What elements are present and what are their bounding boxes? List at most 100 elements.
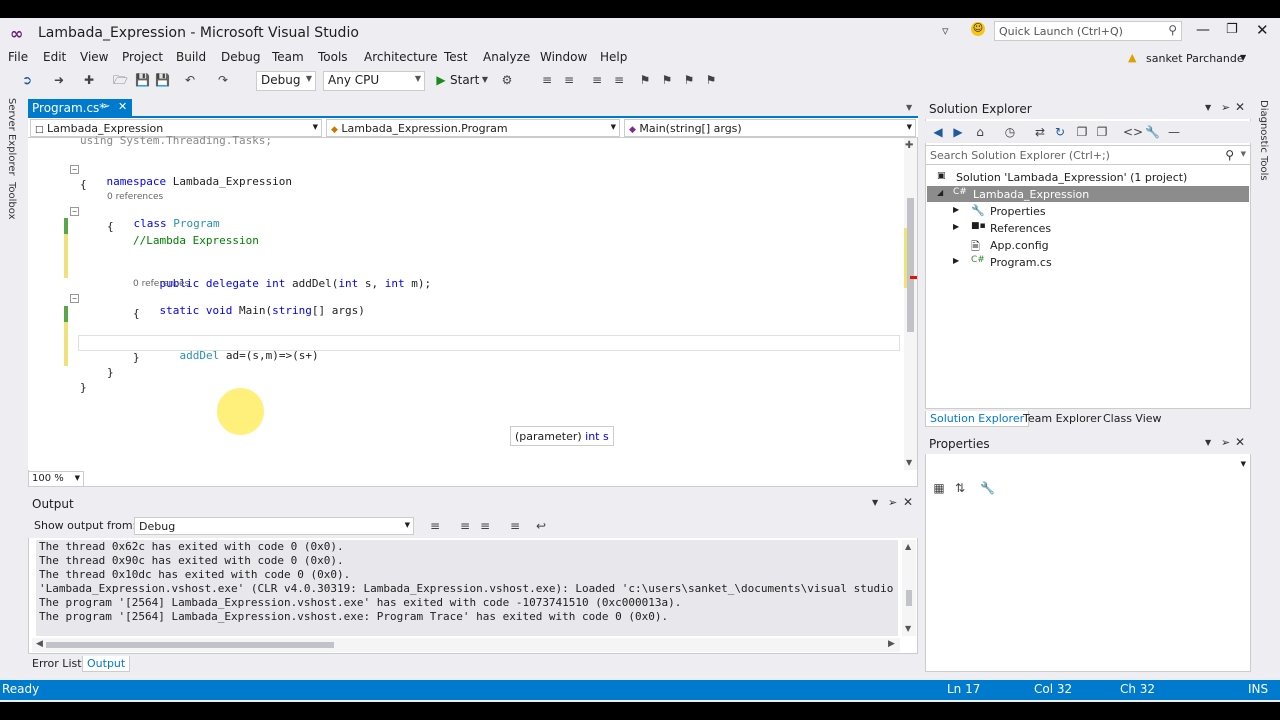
prev-bookmark-icon[interactable]: ⚑ <box>660 73 674 87</box>
indent-icon[interactable]: ≡ <box>540 73 554 87</box>
redo-icon[interactable]: ↷ <box>216 73 230 87</box>
save-icon[interactable]: 💾 <box>135 73 150 87</box>
sync-icon[interactable]: ⇄ <box>1033 125 1047 139</box>
fold-class-icon[interactable]: − <box>70 207 79 216</box>
refresh-icon[interactable]: ↻ <box>1053 125 1067 139</box>
pin-icon[interactable]: ➢ <box>888 496 897 509</box>
tab-team-explorer[interactable]: Team Explorer <box>1019 411 1105 426</box>
expand-icon[interactable]: ▶ <box>953 222 959 231</box>
split-icon[interactable]: ✚ <box>905 140 913 151</box>
tree-properties[interactable]: Properties <box>990 205 1046 218</box>
output-horizontal-scrollbar[interactable]: ◀ ▶ <box>32 638 900 652</box>
chevron-down-icon[interactable]: ▼ <box>1205 103 1211 112</box>
tab-output[interactable]: Output <box>82 656 131 672</box>
tab-overflow-icon[interactable]: ▼ <box>906 103 912 112</box>
expand-icon[interactable]: ▶ <box>953 205 959 214</box>
pin-icon[interactable]: ➢ <box>1221 101 1230 114</box>
menu-help[interactable]: Help <box>600 50 627 64</box>
pending-changes-icon[interactable]: ◷ <box>1003 125 1017 139</box>
start-dropdown-icon[interactable]: ▼ <box>478 73 492 87</box>
start-icon[interactable]: ▶ <box>434 73 448 87</box>
next-message-icon[interactable]: ≡ <box>478 519 492 533</box>
quick-launch-input[interactable]: Quick Launch (Ctrl+Q) ⚲ <box>994 21 1182 41</box>
outdent-icon[interactable]: ≡ <box>562 73 576 87</box>
scroll-down-icon[interactable]: ▼ <box>905 624 911 633</box>
comment-icon[interactable]: ≡ <box>590 73 604 87</box>
solution-search-input[interactable]: Search Solution Explorer (Ctrl+;) ⚲ ▼ <box>925 145 1251 165</box>
scroll-down-icon[interactable]: ▼ <box>906 458 912 467</box>
prev-message-icon[interactable]: ≡ <box>458 519 472 533</box>
home-icon[interactable]: ⌂ <box>973 125 987 139</box>
collapse-all-icon[interactable]: ❐ <box>1075 125 1089 139</box>
chevron-down-icon[interactable]: ◢ <box>937 188 943 197</box>
editor-vertical-scrollbar[interactable]: ✚ ▼ <box>904 138 917 470</box>
pin-icon[interactable]: ➢ <box>102 101 110 112</box>
configuration-select[interactable]: Debug ▼ <box>256 71 316 91</box>
scroll-thumb[interactable] <box>46 642 334 648</box>
properties-icon[interactable]: 🔧 <box>1145 125 1160 139</box>
forward-icon[interactable]: ▶ <box>951 125 965 139</box>
menu-debug[interactable]: Debug <box>221 50 260 64</box>
menu-window[interactable]: Window <box>540 50 587 64</box>
output-vertical-scrollbar[interactable]: ▲ ▼ <box>902 540 916 636</box>
expand-icon[interactable]: ▶ <box>953 256 959 265</box>
open-file-icon[interactable]: 🗁 <box>113 73 128 87</box>
restore-button[interactable]: ❐ <box>1226 22 1238 37</box>
menu-file[interactable]: File <box>8 50 28 64</box>
platform-select[interactable]: Any CPU ▼ <box>323 71 425 91</box>
word-wrap-icon[interactable]: ↩ <box>534 519 548 533</box>
class-references[interactable]: 0 references <box>107 192 163 202</box>
fold-namespace-icon[interactable]: − <box>70 165 79 174</box>
search-icon[interactable]: ⚲ <box>1168 23 1177 37</box>
notifications-icon[interactable]: ▿ <box>942 24 949 39</box>
view-code-icon[interactable]: <> <box>1123 125 1143 139</box>
menu-build[interactable]: Build <box>176 50 206 64</box>
find-message-icon[interactable]: ≡ <box>428 519 442 533</box>
back-icon[interactable]: ➲ <box>20 73 34 87</box>
feedback-smiley-icon[interactable]: ☺ <box>971 22 985 36</box>
tab-class-view[interactable]: Class View <box>1099 411 1166 426</box>
property-pages-icon[interactable]: 🔧 <box>980 481 995 495</box>
tab-solution-explorer[interactable]: Solution Explorer <box>925 411 1030 427</box>
bookmark-icon[interactable]: ⚑ <box>638 73 652 87</box>
scroll-right-icon[interactable]: ▶ <box>888 639 895 649</box>
undo-icon[interactable]: ↶ <box>183 73 197 87</box>
close-icon[interactable]: ✕ <box>1235 100 1245 114</box>
menu-tools[interactable]: Tools <box>318 50 348 64</box>
class-nav-select[interactable]: ◆ Lambada_Expression.Program ▼ <box>326 119 620 137</box>
attach-process-icon[interactable]: ⚙ <box>500 73 514 87</box>
menu-analyze[interactable]: Analyze <box>483 50 530 64</box>
tree-program-cs[interactable]: Program.cs <box>990 256 1052 269</box>
server-explorer-tab[interactable]: Server Explorer <box>6 98 17 176</box>
menu-team[interactable]: Team <box>272 50 304 64</box>
close-button[interactable]: ✕ <box>1256 21 1269 39</box>
tree-references[interactable]: References <box>990 222 1051 235</box>
save-all-icon[interactable]: 💾 <box>155 73 170 87</box>
new-project-icon[interactable]: ✚ <box>82 73 96 87</box>
next-bookmark-icon[interactable]: ⚑ <box>682 73 696 87</box>
output-source-select[interactable]: Debug ▼ <box>134 517 414 535</box>
toolbox-tab[interactable]: Toolbox <box>6 182 17 220</box>
preview-icon[interactable]: — <box>1167 125 1181 139</box>
close-tab-icon[interactable]: ✕ <box>118 100 127 113</box>
alphabetical-icon[interactable]: ⇅ <box>953 481 967 495</box>
back-icon[interactable]: ◀ <box>931 125 945 139</box>
user-dropdown-icon[interactable]: ▼ <box>1240 53 1246 62</box>
fold-main-icon[interactable]: − <box>70 294 79 303</box>
menu-test[interactable]: Test <box>444 50 468 64</box>
tree-solution[interactable]: Solution 'Lambada_Expression' (1 project… <box>956 171 1187 184</box>
scroll-up-icon[interactable]: ▲ <box>905 542 911 551</box>
search-icon[interactable]: ⚲ <box>1225 148 1234 162</box>
code-editor[interactable]: using System.Threading.Tasks; − namespac… <box>28 134 904 470</box>
main-references[interactable]: 0 references <box>133 279 189 289</box>
scroll-thumb[interactable] <box>906 590 912 606</box>
menu-architecture[interactable]: Architecture <box>364 50 437 64</box>
zoom-select[interactable]: 100 % ▼ <box>28 471 84 487</box>
output-text[interactable]: The thread 0x62c has exited with code 0 … <box>36 540 898 636</box>
uncomment-icon[interactable]: ≡ <box>612 73 626 87</box>
diagnostic-tools-tab[interactable]: Diagnostic Tools <box>1258 100 1269 181</box>
pin-icon[interactable]: ➢ <box>1221 436 1230 449</box>
chevron-down-icon[interactable]: ▼ <box>872 498 878 507</box>
categorized-icon[interactable]: ▦ <box>932 481 946 495</box>
tree-project[interactable]: Lambada_Expression <box>973 188 1089 201</box>
